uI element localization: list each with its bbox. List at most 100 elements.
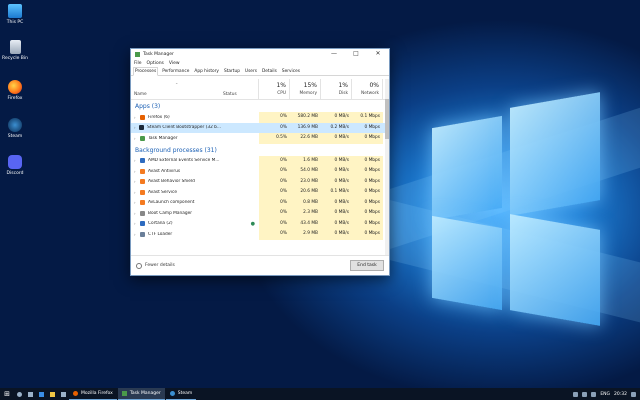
desktop-icon-firefox[interactable]: Firefox [2,80,28,101]
table-row[interactable]: › Cortana (2) ● 0% 43.4 MB 0 MB/s 0 Mbps [131,218,389,229]
file-explorer-icon[interactable] [47,388,58,400]
title-bar[interactable]: Task Manager — □ ✕ [131,49,389,59]
process-name-cell: › Avast Service [131,189,221,195]
process-name: Boot Camp Manager [148,210,193,216]
table-row[interactable]: › Steam Client Bootstrapper (32 b... 0% 136… [131,122,389,133]
process-name: CTF Loader [148,231,173,237]
disk-cell: 0 MB/s [321,229,352,240]
minimize-button[interactable]: — [323,49,345,59]
vertical-scrollbar[interactable] [385,79,389,255]
tab-services[interactable]: Services [281,68,301,75]
network-cell: 0 Mbps [352,218,383,229]
windows-logo-pane [510,92,600,216]
table-row[interactable]: › AvLaunch component 0% 0.8 MB 0 MB/s 0 Mbps [131,197,389,208]
process-name: Avast Antivirus [148,168,181,174]
fewer-details-link[interactable]: Fewer details [136,262,175,269]
network-cell: 0 Mbps [352,133,383,144]
table-row[interactable]: › Avast Antivirus 0% 54.0 MB 0 MB/s 0 Mbps [131,166,389,177]
process-table: ⌃ Name Status 1% CPU 15% Memory 1% Disk … [131,79,389,255]
disk-cell: 0 MB/s [321,133,352,144]
start-button[interactable]: ⊞ [0,390,14,398]
process-name-cell: › Firefox (6) [131,114,221,120]
tab-startup[interactable]: Startup [223,68,241,75]
process-icon [140,221,145,227]
table-row[interactable]: › Avast Service 0% 20.6 MB 0.1 MB/s 0 Mbps [131,187,389,198]
cpu-cell: 0.5% [259,133,290,144]
maximize-button[interactable]: □ [345,49,367,59]
tab-strip: Processes Performance App history Startu… [131,67,389,76]
network-cell: 0 Mbps [352,208,383,219]
language-indicator[interactable]: ENG [600,392,610,397]
group-header-apps: Apps (3) [135,103,161,110]
disk-total: 1% [338,82,348,89]
process-icon [140,158,145,164]
task-manager-icon [121,391,127,396]
firefox-icon [73,391,78,396]
process-icon [140,179,145,185]
column-header-disk[interactable]: 1% Disk [321,79,352,99]
clock[interactable]: 20:32 [614,392,627,397]
table-row[interactable]: › Boot Camp Manager 0% 2.3 MB 0 MB/s 0 Mbps [131,208,389,219]
end-task-button[interactable]: End task [350,260,384,271]
tab-app-history[interactable]: App history [193,68,220,75]
table-row[interactable]: › Firefox (6) 0% 580.2 MB 0 MB/s 0.1 Mbps [131,112,389,123]
table-row[interactable]: › Task Manager 0.5% 22.6 MB 0 MB/s 0 Mbps [131,133,389,144]
tab-processes[interactable]: Processes [133,67,159,76]
taskbar-app-task-manager[interactable]: Task Manager [117,388,165,400]
process-icon [140,231,145,237]
desktop-icon-this-pc[interactable]: This PC [2,4,28,25]
taskbar-app-label: Steam [177,391,193,396]
menu-view[interactable]: View [169,61,180,66]
desktop-icon-label: Firefox [7,96,23,101]
cpu-cell: 0% [259,229,290,240]
tab-details[interactable]: Details [261,68,278,75]
scrollbar-thumb[interactable] [385,99,389,139]
chevron-up-icon[interactable] [573,391,579,397]
process-icon [140,189,145,195]
table-row[interactable]: › Avast Behavior Shield 0% 23.0 MB 0 MB/s 0 M… [131,176,389,187]
process-name: Avast Behavior Shield [148,179,195,185]
memory-total: 15% [303,82,317,89]
network-cell: 0 Mbps [352,197,383,208]
table-row[interactable]: › CTF Loader 0% 2.9 MB 0 MB/s 0 Mbps [131,229,389,240]
column-header-network[interactable]: 0% Network [352,79,383,99]
column-header-memory[interactable]: 15% Memory [290,79,321,99]
process-name-cell: › AMD External Events Service M... [131,158,221,164]
desktop-icon-discord[interactable]: Discord [2,155,28,176]
store-icon[interactable] [58,388,69,400]
task-view-icon[interactable] [25,388,36,400]
column-label: Disk [338,91,348,96]
close-button[interactable]: ✕ [367,49,389,59]
taskbar-app-firefox[interactable]: Mozilla Firefox [69,388,117,400]
desktop-icon-steam[interactable]: Steam [2,118,28,139]
disk-cell: 0 MB/s [321,218,352,229]
volume-icon[interactable] [591,391,597,397]
table-row[interactable]: › AMD External Events Service M... 0% 1.6 M… [131,155,389,166]
process-name: Avast Service [148,189,178,195]
process-icon [139,125,145,131]
disk-cell: 0 MB/s [321,197,352,208]
column-header-status[interactable]: Status [221,79,259,99]
cpu-cell: 0% [259,176,290,187]
network-cell: 0 Mbps [352,176,383,187]
column-header-cpu[interactable]: 1% CPU [259,79,290,99]
desktop-icon-recycle-bin[interactable]: Recycle Bin [2,40,28,61]
tab-users[interactable]: Users [244,68,258,75]
network-icon[interactable] [582,391,588,397]
edge-icon[interactable] [36,388,47,400]
column-header-name[interactable]: ⌃ Name [131,79,221,99]
search-icon[interactable] [14,388,25,400]
menu-bar: File Options View [131,59,389,67]
memory-cell: 136.9 MB [290,122,321,133]
notifications-icon[interactable] [631,391,636,397]
cpu-cell: 0% [259,187,290,198]
taskbar-app-steam[interactable]: Steam [165,388,197,400]
sort-caret-icon: ⌃ [175,82,179,87]
firefox-icon [8,80,22,94]
menu-file[interactable]: File [134,61,142,66]
chevron-up-icon [136,262,142,269]
memory-cell: 22.6 MB [290,133,321,144]
tab-performance[interactable]: Performance [161,68,190,75]
cpu-cell: 0% [259,166,290,177]
menu-options[interactable]: Options [147,61,164,66]
